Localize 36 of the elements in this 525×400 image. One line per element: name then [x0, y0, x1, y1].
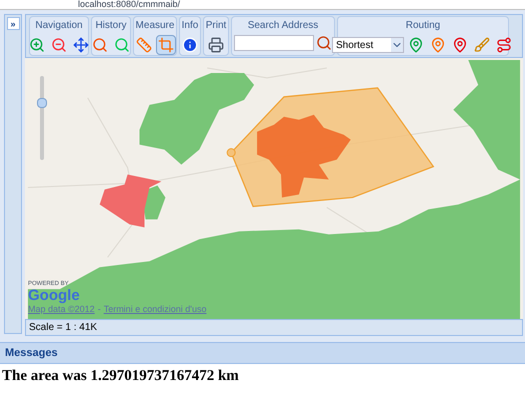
printer-icon — [208, 37, 224, 53]
magnifier-icon — [114, 37, 130, 53]
pin-icon — [430, 37, 446, 53]
route-icon — [496, 37, 512, 53]
pin-icon — [408, 37, 424, 53]
message-text: The area was 1.297019737167472 km — [2, 368, 239, 384]
magnifier-icon — [92, 37, 108, 53]
tool-button[interactable] — [206, 35, 226, 55]
separator-text: - — [98, 304, 101, 315]
ruler-icon — [136, 37, 152, 53]
google-logo: Google — [28, 288, 81, 304]
tool-button[interactable] — [71, 35, 91, 55]
group-title: Search Address — [248, 19, 318, 33]
group-title: Print — [206, 19, 226, 33]
group-title: History — [95, 19, 127, 33]
address-text[interactable]: localhost:8080/cmmmaib/ — [78, 0, 180, 9]
zoom-slider[interactable] — [37, 76, 47, 160]
scale-text: Scale = 1 : 41K — [29, 321, 98, 335]
group-title: Navigation — [35, 19, 83, 33]
messages-title: Messages — [5, 346, 58, 361]
pan-icon — [73, 37, 89, 53]
pin-icon — [452, 37, 468, 53]
crop-icon — [158, 37, 174, 53]
search-icon[interactable] — [316, 35, 332, 51]
route-mode-select[interactable]: Shortest — [332, 37, 404, 53]
address-search-field[interactable] — [234, 35, 314, 51]
tool-button[interactable] — [180, 35, 200, 55]
dropdown-caret-icon — [391, 38, 403, 52]
zoom-out-icon — [51, 37, 67, 53]
group-title: Info — [182, 19, 198, 33]
info-icon — [182, 37, 198, 53]
group-title: Routing — [406, 19, 440, 33]
zoom-in-icon — [29, 37, 45, 53]
group-title: Measure — [136, 19, 174, 33]
zoom-slider-thumb[interactable] — [37, 98, 47, 108]
expand-button[interactable]: » — [6, 17, 20, 30]
